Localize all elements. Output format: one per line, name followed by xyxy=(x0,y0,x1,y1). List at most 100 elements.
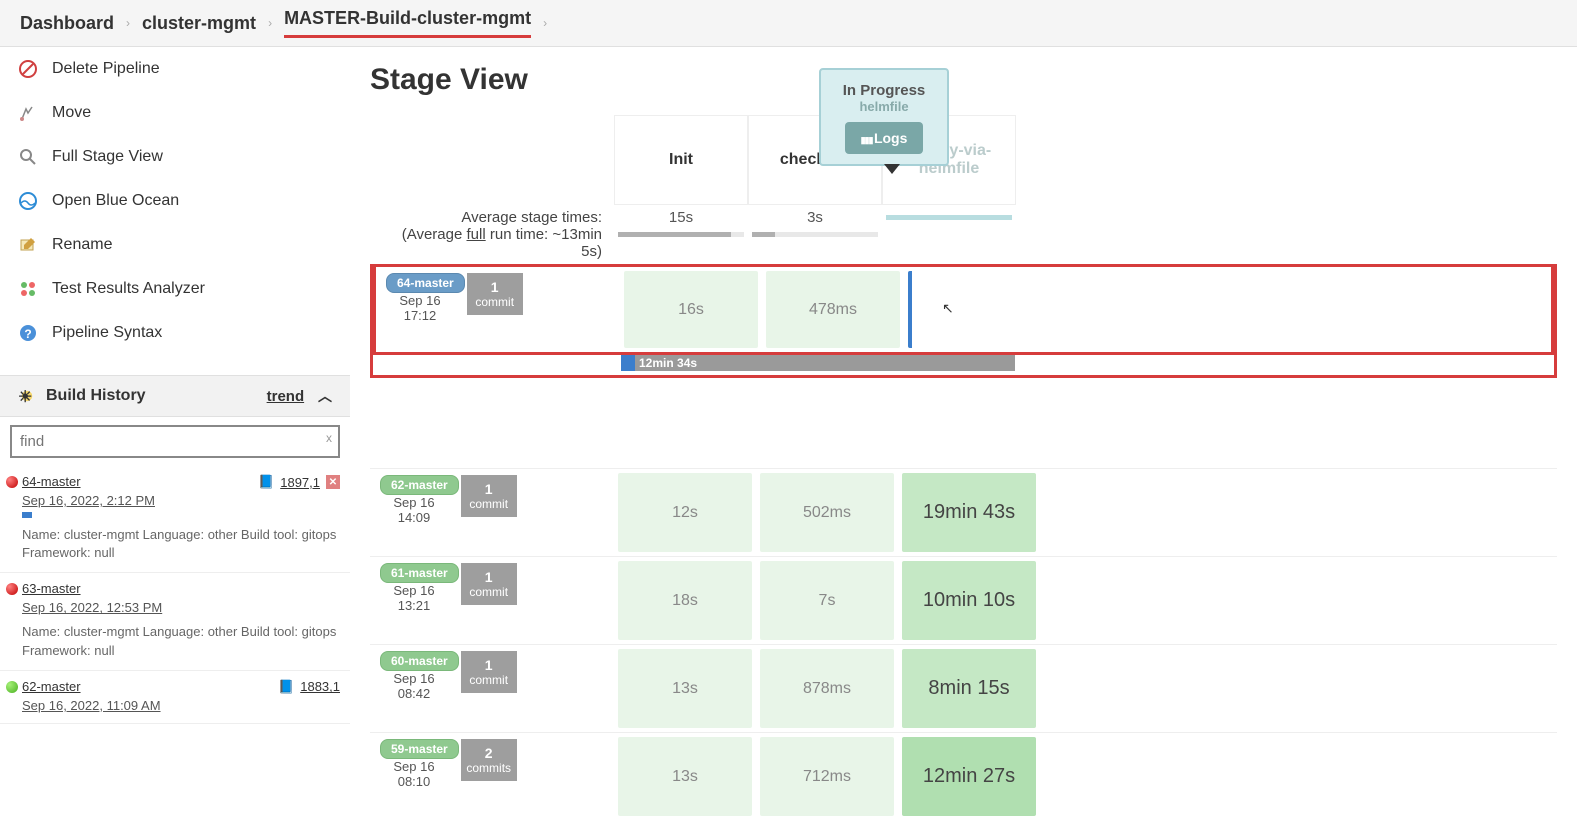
progress-bar: 12min 34s xyxy=(621,355,1015,371)
build-history-title: ☀ Build History xyxy=(18,387,146,405)
stage-cell[interactable]: 10min 10s xyxy=(902,561,1036,640)
stage-cell[interactable] xyxy=(908,271,1042,348)
build-tag[interactable]: 62-master xyxy=(380,475,459,495)
sun-icon: ☀ xyxy=(18,387,36,405)
stage-cell[interactable]: 502ms xyxy=(760,473,894,552)
stage-row[interactable]: 60-master Sep 1608:42 1commit 13s878ms8m… xyxy=(370,644,1557,732)
build-tag[interactable]: 59-master xyxy=(380,739,459,759)
magnify-icon xyxy=(18,147,38,167)
stage-cell[interactable]: 16s xyxy=(624,271,758,348)
build-date-link[interactable]: Sep 16, 2022, 2:12 PM xyxy=(22,493,340,508)
build-link[interactable]: 64-master xyxy=(22,474,81,489)
build-date-link[interactable]: Sep 16, 2022, 12:53 PM xyxy=(22,600,340,615)
build-date-link[interactable]: Sep 16, 2022, 11:09 AM xyxy=(22,698,340,713)
avg-label-1: Average stage times: xyxy=(461,209,602,226)
sidebar-item-label: Full Stage View xyxy=(52,148,163,166)
help-icon: ? xyxy=(18,323,38,343)
sidebar-item-full-stage-view[interactable]: Full Stage View xyxy=(0,135,350,179)
stage-cell[interactable]: 12s xyxy=(618,473,752,552)
build-link[interactable]: 63-master xyxy=(22,581,81,596)
status-ball-icon xyxy=(6,681,18,693)
cancel-build-button[interactable]: ✕ xyxy=(326,475,340,489)
search-input[interactable] xyxy=(10,425,340,458)
stage-cell[interactable]: 8min 15s xyxy=(902,649,1036,728)
sidebar-item-rename[interactable]: Rename xyxy=(0,223,350,267)
commit-badge[interactable]: 1commit xyxy=(461,475,517,517)
average-row: Average stage times: (Average full run t… xyxy=(370,205,1557,264)
chevron-right-icon: › xyxy=(268,16,272,30)
clear-icon[interactable]: x xyxy=(326,431,332,445)
stage-cell[interactable]: 12min 27s xyxy=(902,737,1036,816)
page-title: Stage View xyxy=(370,63,1557,97)
changeset-icon: 📘 xyxy=(278,679,294,695)
test-icon xyxy=(18,279,38,299)
build-history-entry[interactable]: 📘 1883,1 62-master Sep 16, 2022, 11:09 A… xyxy=(0,671,350,724)
collapse-icon[interactable]: ︿ xyxy=(318,388,332,404)
build-tag[interactable]: 64-master xyxy=(386,273,465,293)
stage-row[interactable]: 62-master Sep 1614:09 1commit 12s502ms19… xyxy=(370,468,1557,556)
no-entry-icon xyxy=(18,59,38,79)
build-tag[interactable]: 60-master xyxy=(380,651,459,671)
commit-badge[interactable]: 1commit xyxy=(461,651,517,693)
stage-cell[interactable]: 13s xyxy=(618,649,752,728)
stage-col-deploy: deploy-via-helmfile In Progress helmfile… xyxy=(882,115,1016,205)
breadcrumb: Dashboard › cluster-mgmt › MASTER-Build-… xyxy=(0,0,1577,47)
stage-cell[interactable]: 13s xyxy=(618,737,752,816)
changeset-link[interactable]: 1897,1 xyxy=(280,475,320,490)
build-date: Sep 1608:10 xyxy=(380,759,448,789)
changeset-icon: 📘 xyxy=(258,474,274,490)
breadcrumb-cluster-mgmt[interactable]: cluster-mgmt xyxy=(142,13,256,34)
row-label: 60-master Sep 1608:42 1commit xyxy=(370,645,614,732)
commit-badge[interactable]: 1commit xyxy=(467,273,523,315)
sidebar-item-open-blue-ocean[interactable]: Open Blue Ocean xyxy=(0,179,350,223)
build-history-entry[interactable]: 📘 1897,1 ✕ 64-master Sep 16, 2022, 2:12 … xyxy=(0,466,350,573)
commit-badge[interactable]: 2commits xyxy=(461,739,517,781)
stage-cell[interactable]: 19min 43s xyxy=(902,473,1036,552)
cursor-icon: ↖ xyxy=(942,300,954,317)
stage-cell[interactable]: 878ms xyxy=(760,649,894,728)
chevron-right-icon: › xyxy=(126,16,130,30)
sidebar-item-pipeline-syntax[interactable]: ? Pipeline Syntax xyxy=(0,311,350,355)
logs-button[interactable]: Logs xyxy=(845,122,924,154)
average-label: Average stage times: (Average full run t… xyxy=(370,205,614,264)
build-history-list: 📘 1897,1 ✕ 64-master Sep 16, 2022, 2:12 … xyxy=(0,466,350,724)
stage-cell[interactable]: 18s xyxy=(618,561,752,640)
build-description: Name: cluster-mgmt Language: other Build… xyxy=(22,526,340,562)
build-history-search: x xyxy=(10,425,340,458)
status-ball-icon xyxy=(6,583,18,595)
stage-rows: 64-master Sep 1617:12 1commit 16s478ms 1… xyxy=(370,264,1557,820)
commit-badge[interactable]: 1commit xyxy=(461,563,517,605)
stage-view-table: Init checkout deploy-via-helmfile In Pro… xyxy=(370,115,1557,820)
stage-row[interactable]: 59-master Sep 1608:10 2commits 13s712ms1… xyxy=(370,732,1557,820)
sidebar-item-test-results[interactable]: Test Results Analyzer xyxy=(0,267,350,311)
chevron-right-icon: › xyxy=(543,16,547,30)
sidebar-item-move[interactable]: Move xyxy=(0,91,350,135)
stage-cell[interactable]: 712ms xyxy=(760,737,894,816)
build-history-header: ☀ Build History trend ︿ xyxy=(0,375,350,417)
sidebar-item-label: Open Blue Ocean xyxy=(52,192,179,210)
changeset-link[interactable]: 1883,1 xyxy=(300,679,340,694)
breadcrumb-dashboard[interactable]: Dashboard xyxy=(20,13,114,34)
stage-row[interactable]: 64-master Sep 1617:12 1commit 16s478ms xyxy=(373,267,1554,355)
mini-progress-icon xyxy=(22,512,32,518)
in-progress-tooltip: In Progress helmfile Logs xyxy=(819,68,949,166)
build-link[interactable]: 62-master xyxy=(22,679,81,694)
sidebar-item-label: Move xyxy=(52,104,91,122)
sidebar-item-delete-pipeline[interactable]: Delete Pipeline xyxy=(0,47,350,91)
stage-row[interactable]: 61-master Sep 1613:21 1commit 18s7s10min… xyxy=(370,556,1557,644)
stage-cell[interactable]: 7s xyxy=(760,561,894,640)
stage-cell[interactable]: 478ms xyxy=(766,271,900,348)
breadcrumb-master-build[interactable]: MASTER-Build-cluster-mgmt xyxy=(284,8,531,38)
build-history-title-text: Build History xyxy=(46,387,146,405)
build-date: Sep 1608:42 xyxy=(380,671,448,701)
tooltip-title: In Progress xyxy=(827,82,941,99)
avg-cell-init: 15s xyxy=(614,205,748,264)
stage-col-init: Init xyxy=(614,115,748,205)
sidebar-item-label: Rename xyxy=(52,236,112,254)
build-history-entry[interactable]: 63-master Sep 16, 2022, 12:53 PM Name: c… xyxy=(0,573,350,670)
build-date: Sep 1613:21 xyxy=(380,583,448,613)
tooltip-arrow-icon xyxy=(884,164,900,174)
build-tag[interactable]: 61-master xyxy=(380,563,459,583)
stage-header-row: Init checkout deploy-via-helmfile In Pro… xyxy=(370,115,1557,205)
trend-link[interactable]: trend xyxy=(267,388,305,405)
